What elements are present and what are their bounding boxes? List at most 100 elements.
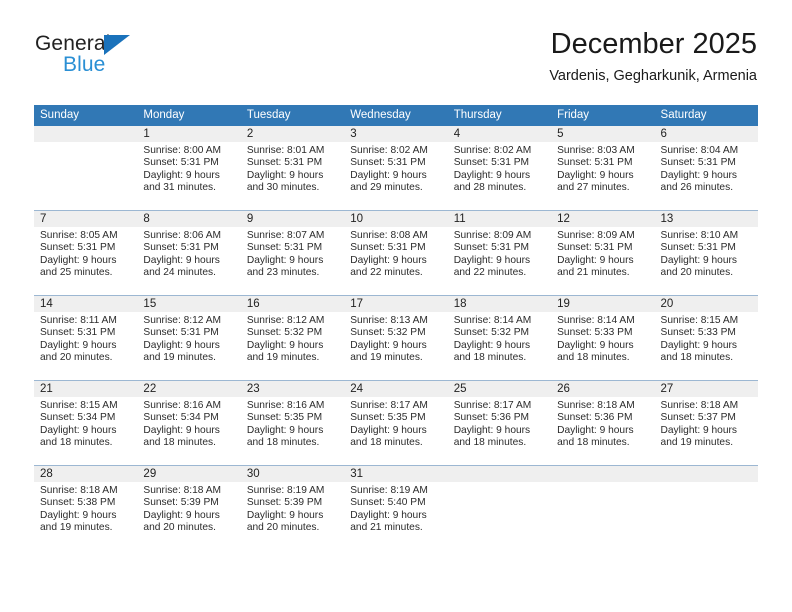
daylight-text-line2: and 25 minutes. [40, 267, 113, 279]
day-cell[interactable] [34, 126, 138, 211]
week-row: 28 Sunrise: 8:18 AM Sunset: 5:38 PM Dayl… [34, 465, 758, 550]
daylight-text-line2: and 27 minutes. [557, 182, 630, 194]
day-details: Sunrise: 8:17 AM Sunset: 5:36 PM Dayligh… [448, 397, 551, 450]
daylight-text-line1: Daylight: 9 hours [453, 169, 531, 181]
sunset-text: Sunset: 5:32 PM [350, 327, 426, 339]
day-cell[interactable] [447, 465, 552, 550]
daylight-text-line1: Daylight: 9 hours [350, 339, 427, 351]
sunrise-text: Sunrise: 8:15 AM [40, 400, 118, 411]
day-cell[interactable]: 14 Sunrise: 8:11 AM Sunset: 5:31 PM Dayl… [34, 295, 138, 381]
day-cell[interactable]: 24 Sunrise: 8:17 AM Sunset: 5:35 PM Dayl… [344, 380, 448, 466]
day-number: 18 [447, 296, 552, 312]
day-cell[interactable]: 3 Sunrise: 8:02 AM Sunset: 5:31 PM Dayli… [344, 126, 448, 211]
day-cell[interactable]: 23 Sunrise: 8:16 AM Sunset: 5:35 PM Dayl… [240, 380, 345, 466]
sunset-text: Sunset: 5:36 PM [557, 412, 633, 424]
day-number: 4 [447, 126, 552, 142]
day-cell[interactable]: 12 Sunrise: 8:09 AM Sunset: 5:31 PM Dayl… [551, 210, 655, 296]
week-row: 21 Sunrise: 8:15 AM Sunset: 5:34 PM Dayl… [34, 380, 758, 466]
day-cell[interactable]: 19 Sunrise: 8:14 AM Sunset: 5:33 PM Dayl… [551, 295, 655, 381]
day-cell[interactable]: 17 Sunrise: 8:13 AM Sunset: 5:32 PM Dayl… [344, 295, 448, 381]
daylight-text-line1: Daylight: 9 hours [143, 424, 220, 436]
sunrise-text: Sunrise: 8:18 AM [660, 400, 739, 411]
day-cell[interactable]: 26 Sunrise: 8:18 AM Sunset: 5:36 PM Dayl… [551, 380, 655, 466]
day-cell[interactable]: 1 Sunrise: 8:00 AM Sunset: 5:31 PM Dayli… [137, 126, 241, 211]
day-cell[interactable]: 22 Sunrise: 8:16 AM Sunset: 5:34 PM Dayl… [137, 380, 241, 466]
day-cell[interactable]: 6 Sunrise: 8:04 AM Sunset: 5:31 PM Dayli… [654, 126, 758, 211]
day-details: Sunrise: 8:12 AM Sunset: 5:32 PM Dayligh… [241, 312, 344, 365]
daylight-text-line1: Daylight: 9 hours [557, 339, 634, 351]
daylight-text-line2: and 19 minutes. [143, 352, 216, 364]
daylight-text-line1: Daylight: 9 hours [246, 339, 324, 351]
sunrise-text: Sunrise: 8:12 AM [143, 315, 222, 326]
daylight-text-line1: Daylight: 9 hours [350, 424, 427, 436]
sunset-text: Sunset: 5:31 PM [246, 242, 323, 254]
day-cell[interactable]: 9 Sunrise: 8:07 AM Sunset: 5:31 PM Dayli… [240, 210, 345, 296]
sunrise-text: Sunrise: 8:11 AM [40, 315, 117, 326]
sunset-text: Sunset: 5:36 PM [453, 412, 530, 424]
day-number: 16 [240, 296, 345, 312]
day-cell[interactable]: 7 Sunrise: 8:05 AM Sunset: 5:31 PM Dayli… [34, 210, 138, 296]
day-number: 5 [551, 126, 655, 142]
day-details: Sunrise: 8:19 AM Sunset: 5:39 PM Dayligh… [241, 482, 344, 535]
day-cell[interactable]: 13 Sunrise: 8:10 AM Sunset: 5:31 PM Dayl… [654, 210, 758, 296]
day-number: 2 [240, 126, 345, 142]
sunset-text: Sunset: 5:33 PM [660, 327, 736, 339]
day-cell[interactable]: 31 Sunrise: 8:19 AM Sunset: 5:40 PM Dayl… [344, 465, 448, 550]
daylight-text-line2: and 18 minutes. [453, 352, 527, 364]
sunset-text: Sunset: 5:34 PM [143, 412, 219, 424]
day-details: Sunrise: 8:14 AM Sunset: 5:33 PM Dayligh… [551, 312, 654, 365]
page-title: December 2025 [550, 28, 757, 60]
daylight-text-line2: and 21 minutes. [350, 522, 423, 534]
daylight-text-line2: and 18 minutes. [557, 437, 630, 449]
day-cell[interactable]: 10 Sunrise: 8:08 AM Sunset: 5:31 PM Dayl… [344, 210, 448, 296]
day-number: 3 [344, 126, 448, 142]
sunset-text: Sunset: 5:31 PM [453, 242, 530, 254]
sunset-text: Sunset: 5:32 PM [246, 327, 323, 339]
daylight-text-line1: Daylight: 9 hours [350, 169, 427, 181]
day-cell[interactable]: 16 Sunrise: 8:12 AM Sunset: 5:32 PM Dayl… [240, 295, 345, 381]
day-cell[interactable]: 20 Sunrise: 8:15 AM Sunset: 5:33 PM Dayl… [654, 295, 758, 381]
day-cell[interactable]: 30 Sunrise: 8:19 AM Sunset: 5:39 PM Dayl… [240, 465, 345, 550]
title-block: December 2025 Vardenis, Gegharkunik, Arm… [549, 26, 757, 86]
day-number: 23 [240, 381, 345, 397]
daylight-text-line2: and 19 minutes. [246, 352, 320, 364]
day-cell[interactable]: 5 Sunrise: 8:03 AM Sunset: 5:31 PM Dayli… [551, 126, 655, 211]
day-cell[interactable]: 29 Sunrise: 8:18 AM Sunset: 5:39 PM Dayl… [137, 465, 241, 550]
daylight-text-line2: and 23 minutes. [246, 267, 320, 279]
day-cell[interactable]: 18 Sunrise: 8:14 AM Sunset: 5:32 PM Dayl… [447, 295, 552, 381]
day-cell[interactable] [654, 465, 758, 550]
day-cell[interactable]: 21 Sunrise: 8:15 AM Sunset: 5:34 PM Dayl… [34, 380, 138, 466]
sunrise-text: Sunrise: 8:19 AM [246, 485, 325, 496]
day-details: Sunrise: 8:05 AM Sunset: 5:31 PM Dayligh… [34, 227, 137, 280]
sunrise-text: Sunrise: 8:17 AM [350, 400, 428, 411]
daylight-text-line2: and 20 minutes. [40, 352, 113, 364]
sunrise-text: Sunrise: 8:04 AM [660, 145, 739, 156]
daylight-text-line2: and 29 minutes. [350, 182, 423, 194]
sunset-text: Sunset: 5:38 PM [40, 497, 116, 509]
daylight-text-line1: Daylight: 9 hours [453, 254, 531, 266]
day-cell[interactable]: 8 Sunrise: 8:06 AM Sunset: 5:31 PM Dayli… [137, 210, 241, 296]
day-cell[interactable] [551, 465, 655, 550]
day-details: Sunrise: 8:10 AM Sunset: 5:31 PM Dayligh… [655, 227, 758, 280]
sunset-text: Sunset: 5:31 PM [557, 242, 633, 254]
day-cell[interactable]: 2 Sunrise: 8:01 AM Sunset: 5:31 PM Dayli… [240, 126, 345, 211]
weekday-header-wednesday: Wednesday [344, 105, 448, 126]
sunrise-text: Sunrise: 8:18 AM [557, 400, 635, 411]
day-cell[interactable]: 15 Sunrise: 8:12 AM Sunset: 5:31 PM Dayl… [137, 295, 241, 381]
week-row: 14 Sunrise: 8:11 AM Sunset: 5:31 PM Dayl… [34, 295, 758, 381]
day-cell[interactable]: 27 Sunrise: 8:18 AM Sunset: 5:37 PM Dayl… [654, 380, 758, 466]
day-cell[interactable]: 25 Sunrise: 8:17 AM Sunset: 5:36 PM Dayl… [447, 380, 552, 466]
sunrise-text: Sunrise: 8:05 AM [40, 230, 118, 241]
sunrise-text: Sunrise: 8:17 AM [453, 400, 532, 411]
day-number: 24 [344, 381, 448, 397]
sunset-text: Sunset: 5:31 PM [350, 242, 426, 254]
day-cell[interactable]: 28 Sunrise: 8:18 AM Sunset: 5:38 PM Dayl… [34, 465, 138, 550]
day-cell[interactable]: 11 Sunrise: 8:09 AM Sunset: 5:31 PM Dayl… [447, 210, 552, 296]
calendar-grid: Sunday Monday Tuesday Wednesday Thursday… [34, 105, 758, 550]
daylight-text-line1: Daylight: 9 hours [660, 254, 737, 266]
day-cell[interactable]: 4 Sunrise: 8:02 AM Sunset: 5:31 PM Dayli… [447, 126, 552, 211]
day-details: Sunrise: 8:17 AM Sunset: 5:35 PM Dayligh… [344, 397, 447, 450]
sunset-text: Sunset: 5:37 PM [660, 412, 736, 424]
general-blue-logo[interactable]: General Blue [35, 32, 215, 82]
daylight-text-line1: Daylight: 9 hours [453, 424, 531, 436]
